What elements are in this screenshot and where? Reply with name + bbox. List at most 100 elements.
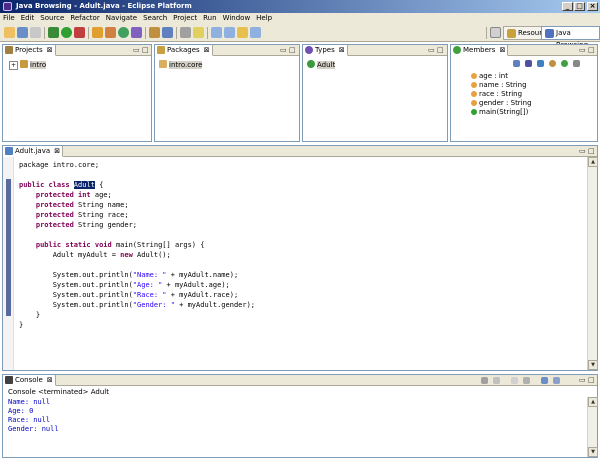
menu-run[interactable]: Run bbox=[200, 14, 219, 22]
perspective-java-browsing[interactable]: Java Browsing bbox=[541, 26, 600, 49]
menu-project[interactable]: Project bbox=[170, 14, 200, 22]
code-line[interactable]: Adult myAdult = new Adult(); bbox=[19, 250, 255, 260]
menu-search[interactable]: Search bbox=[140, 14, 170, 22]
close-icon[interactable]: ⊠ bbox=[47, 45, 53, 55]
next-icon[interactable] bbox=[250, 27, 261, 38]
hide-static-icon[interactable] bbox=[525, 60, 532, 67]
menu-file[interactable]: File bbox=[0, 14, 18, 22]
minimize-icon[interactable]: ▭ bbox=[579, 376, 587, 384]
toggle-mark-icon[interactable] bbox=[180, 27, 191, 38]
menu-help[interactable]: Help bbox=[253, 14, 275, 22]
maximize-button[interactable]: □ bbox=[574, 2, 585, 11]
menu-edit[interactable]: Edit bbox=[18, 14, 38, 22]
code-line[interactable]: package intro.core; bbox=[19, 160, 255, 170]
minimize-icon[interactable]: ▭ bbox=[579, 46, 587, 54]
open-perspective-icon[interactable] bbox=[490, 27, 501, 38]
close-icon[interactable]: ⊠ bbox=[47, 375, 53, 385]
menu-refactor[interactable]: Refactor bbox=[67, 14, 102, 22]
tab-types[interactable]: Types ⊠ bbox=[303, 45, 348, 56]
close-icon[interactable]: ⊠ bbox=[54, 146, 60, 156]
close-icon[interactable]: ⊠ bbox=[339, 45, 345, 55]
code-line[interactable] bbox=[19, 260, 255, 270]
list-item[interactable]: intro.core bbox=[159, 60, 203, 70]
display-console-icon[interactable] bbox=[553, 377, 560, 384]
scroll-down-arrow[interactable]: ▼ bbox=[588, 360, 598, 370]
scroll-down-arrow[interactable]: ▼ bbox=[588, 447, 598, 457]
tab-projects[interactable]: Projects ⊠ bbox=[3, 45, 56, 56]
menu-navigate[interactable]: Navigate bbox=[103, 14, 140, 22]
print-icon[interactable] bbox=[30, 27, 41, 38]
last-edit-icon[interactable] bbox=[237, 27, 248, 38]
close-icon[interactable]: ⊠ bbox=[204, 45, 210, 55]
pin-console-icon[interactable] bbox=[541, 377, 548, 384]
external-tools-icon[interactable] bbox=[74, 27, 85, 38]
search-icon[interactable] bbox=[162, 27, 173, 38]
scroll-up-arrow[interactable]: ▲ bbox=[588, 157, 598, 167]
close-icon[interactable]: ⊠ bbox=[500, 45, 506, 55]
new-icon[interactable] bbox=[4, 27, 15, 38]
sort-icon[interactable] bbox=[549, 60, 556, 67]
code-line[interactable]: System.out.println("Race: " + myAdult.ra… bbox=[19, 290, 255, 300]
close-button[interactable]: × bbox=[587, 2, 598, 11]
tab-packages[interactable]: Packages ⊠ bbox=[155, 45, 213, 56]
new-java-project-icon[interactable] bbox=[92, 27, 103, 38]
code-line[interactable]: protected int age; bbox=[19, 190, 255, 200]
run-icon[interactable] bbox=[61, 27, 72, 38]
new-package-icon[interactable] bbox=[105, 27, 116, 38]
list-item[interactable]: name : String bbox=[471, 81, 527, 90]
minimize-icon[interactable]: ▭ bbox=[133, 46, 141, 54]
remove-launch-icon[interactable] bbox=[493, 377, 500, 384]
list-item[interactable]: gender : String bbox=[471, 99, 532, 108]
maximize-icon[interactable]: □ bbox=[437, 46, 445, 54]
tab-members[interactable]: Members ⊠ bbox=[451, 45, 509, 56]
list-item[interactable]: Adult bbox=[307, 60, 336, 70]
maximize-icon[interactable]: □ bbox=[588, 46, 596, 54]
code-line[interactable]: public static void main(String[] args) { bbox=[19, 240, 255, 250]
minimize-icon[interactable]: ▭ bbox=[428, 46, 436, 54]
terminate-icon[interactable] bbox=[481, 377, 488, 384]
code-area[interactable]: package intro.core; public class Adult { … bbox=[19, 160, 255, 330]
hide-fields-icon[interactable] bbox=[513, 60, 520, 67]
filter-icon[interactable] bbox=[561, 60, 568, 67]
menu-source[interactable]: Source bbox=[37, 14, 67, 22]
code-line[interactable]: System.out.println("Gender: " + myAdult.… bbox=[19, 300, 255, 310]
maximize-icon[interactable]: □ bbox=[142, 46, 150, 54]
annotation-icon[interactable] bbox=[193, 27, 204, 38]
scroll-lock-icon[interactable] bbox=[523, 377, 530, 384]
editor-scrollbar[interactable]: ▲ ▼ bbox=[587, 157, 598, 370]
console-scrollbar[interactable]: ▲ ▼ bbox=[587, 397, 598, 457]
hide-non-public-icon[interactable] bbox=[537, 60, 544, 67]
minimize-icon[interactable]: ▭ bbox=[280, 46, 288, 54]
code-line[interactable]: } bbox=[19, 310, 255, 320]
list-item[interactable]: race : String bbox=[471, 90, 522, 99]
code-line[interactable]: System.out.println("Name: " + myAdult.na… bbox=[19, 270, 255, 280]
list-item[interactable]: main(String[]) bbox=[471, 108, 528, 117]
open-type-icon[interactable] bbox=[149, 27, 160, 38]
code-line[interactable] bbox=[19, 230, 255, 240]
code-line[interactable]: System.out.println("Age: " + myAdult.age… bbox=[19, 280, 255, 290]
clear-console-icon[interactable] bbox=[511, 377, 518, 384]
tab-adult-java[interactable]: Adult.java ⊠ bbox=[3, 146, 64, 157]
code-line[interactable]: protected String race; bbox=[19, 210, 255, 220]
code-line[interactable]: } bbox=[19, 320, 255, 330]
new-class-icon[interactable] bbox=[118, 27, 129, 38]
minimize-button[interactable]: _ bbox=[562, 2, 573, 11]
debug-icon[interactable] bbox=[48, 27, 59, 38]
code-line[interactable]: protected String gender; bbox=[19, 220, 255, 230]
view-menu-icon[interactable] bbox=[573, 60, 580, 67]
new-interface-icon[interactable] bbox=[131, 27, 142, 38]
tab-console[interactable]: Console ⊠ bbox=[3, 375, 56, 386]
code-line[interactable] bbox=[19, 170, 255, 180]
code-line[interactable]: public class Adult { bbox=[19, 180, 255, 190]
code-line[interactable]: protected String name; bbox=[19, 200, 255, 210]
back-icon[interactable] bbox=[211, 27, 222, 38]
maximize-icon[interactable]: □ bbox=[588, 147, 596, 155]
list-item[interactable]: age : int bbox=[471, 72, 508, 81]
forward-icon[interactable] bbox=[224, 27, 235, 38]
scroll-up-arrow[interactable]: ▲ bbox=[588, 397, 598, 407]
minimize-icon[interactable]: ▭ bbox=[579, 147, 587, 155]
maximize-icon[interactable]: □ bbox=[588, 376, 596, 384]
menu-window[interactable]: Window bbox=[220, 14, 254, 22]
list-item[interactable]: + intro bbox=[9, 60, 47, 70]
save-icon[interactable] bbox=[17, 27, 28, 38]
